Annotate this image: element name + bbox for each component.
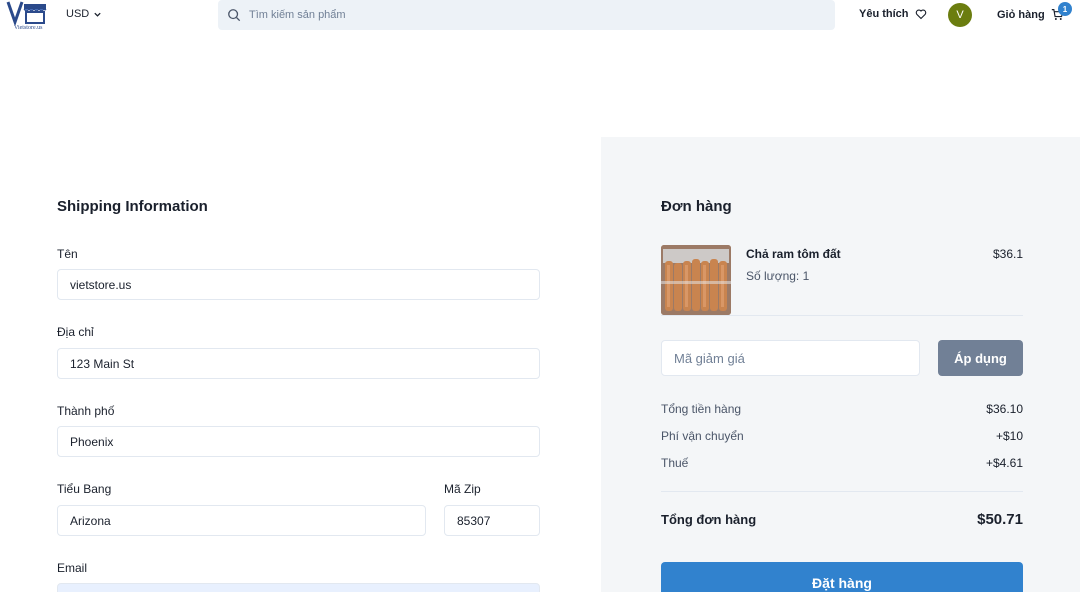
total-value: $50.71 (977, 511, 1023, 528)
logo-text: Vietstore.us (14, 25, 43, 31)
name-field[interactable]: vietstore.us (57, 269, 540, 300)
subtotal-value: $36.10 (986, 402, 1023, 416)
cart-link[interactable]: Giỏ hàng (997, 8, 1064, 21)
order-title: Đơn hàng (661, 198, 732, 215)
currency-label: USD (66, 8, 90, 20)
apply-coupon-button[interactable]: Áp dụng (938, 340, 1023, 376)
wishlist-label: Yêu thích (859, 8, 909, 20)
tax-value: +$4.61 (985, 456, 1023, 470)
chevron-down-icon (94, 12, 101, 17)
product-name[interactable]: Chả ram tôm đất (746, 247, 841, 261)
divider (661, 315, 1023, 316)
currency-selector[interactable]: USD (66, 8, 102, 20)
shipping-fee-value: +$10 (995, 429, 1023, 443)
coupon-input[interactable]: Mã giảm giá (661, 340, 920, 376)
tax-row: Thuế +$4.61 (661, 456, 1023, 470)
email-label: Email (57, 561, 88, 575)
zip-label: Mã Zip (444, 482, 481, 496)
zip-field[interactable]: 85307 (444, 505, 540, 536)
city-field[interactable]: Phoenix (57, 426, 540, 457)
heart-icon (915, 9, 926, 20)
subtotal-label: Tổng tiền hàng (661, 402, 742, 416)
shipping-fee-label: Phí vận chuyển (661, 429, 744, 443)
divider (661, 491, 1023, 492)
tax-label: Thuế (661, 456, 689, 470)
state-field[interactable]: Arizona (57, 505, 426, 536)
top-header: Vietstore.us USD Tìm kiếm sản phẩm Yêu t… (0, 0, 1080, 32)
product-image-icon (661, 245, 731, 315)
search-icon (228, 9, 241, 22)
subtotal-row: Tổng tiền hàng $36.10 (661, 402, 1023, 416)
shipping-fee-row: Phí vận chuyển +$10 (661, 429, 1023, 443)
cart-label: Giỏ hàng (997, 8, 1045, 21)
store-logo-icon (6, 1, 47, 27)
product-thumbnail[interactable] (661, 245, 731, 315)
place-order-button[interactable]: Đặt hàng (661, 562, 1023, 592)
user-avatar[interactable]: V (948, 3, 972, 27)
product-price: $36.1 (992, 247, 1023, 261)
shipping-title: Shipping Information (57, 198, 208, 215)
store-logo[interactable]: Vietstore.us (6, 0, 48, 34)
total-row: Tổng đơn hàng $50.71 (661, 511, 1023, 528)
product-quantity: Số lượng: 1 (746, 269, 810, 283)
search-input[interactable]: Tìm kiếm sản phẩm (249, 9, 346, 21)
address-field[interactable]: 123 Main St (57, 348, 540, 379)
name-label: Tên (57, 247, 78, 261)
total-label: Tổng đơn hàng (661, 512, 757, 527)
cart-count-badge: 1 (1058, 2, 1072, 16)
email-field[interactable] (57, 583, 540, 592)
address-label: Địa chỉ (57, 325, 94, 339)
state-label: Tiểu Bang (57, 482, 112, 496)
search-bar[interactable]: Tìm kiếm sản phẩm (218, 0, 835, 30)
city-label: Thành phố (57, 404, 115, 418)
wishlist-link[interactable]: Yêu thích (859, 8, 927, 20)
